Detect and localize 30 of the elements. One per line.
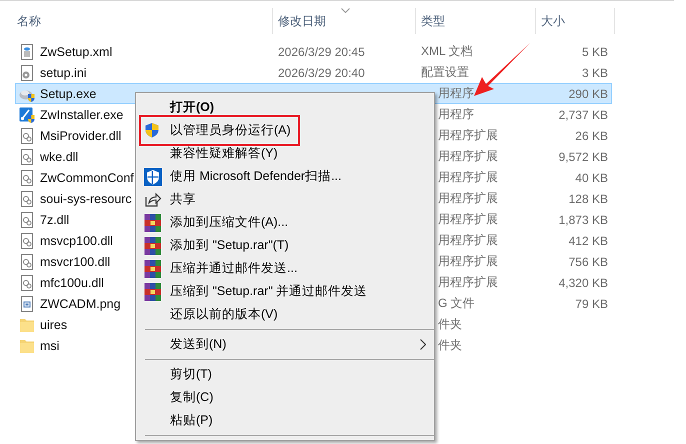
- file-type: 件夹: [438, 317, 462, 331]
- file-type: 用程序扩展: [438, 170, 498, 184]
- file-size: 5 KB: [582, 44, 608, 58]
- file-size: 290 KB: [568, 86, 608, 100]
- file-size: 3 KB: [582, 66, 608, 80]
- file-size: 4,320 KB: [558, 276, 608, 290]
- file-type: 件夹: [438, 338, 462, 352]
- file-type: 用程序扩展: [438, 212, 498, 226]
- file-type: G 文件: [438, 296, 475, 310]
- file-type: XML 文档: [421, 44, 473, 58]
- file-type: 用程序扩展: [438, 149, 498, 163]
- file-type: 用程序扩展: [438, 128, 498, 142]
- file-date: 2026/3/29 20:40: [278, 66, 365, 80]
- file-size: 756 KB: [568, 254, 608, 268]
- file-type: 用程序扩展: [438, 275, 498, 289]
- file-type: 用程序扩展: [438, 191, 498, 205]
- file-size: 412 KB: [568, 234, 608, 248]
- file-size: 9,572 KB: [558, 150, 608, 164]
- file-type: 用程序扩展: [438, 254, 498, 268]
- file-size: 26 KB: [575, 128, 608, 142]
- file-size: 40 KB: [575, 170, 608, 184]
- file-size: 2,737 KB: [558, 108, 608, 122]
- file-type: 配置设置: [421, 65, 469, 79]
- file-type: 用程序: [438, 107, 474, 121]
- file-size: 128 KB: [568, 192, 608, 206]
- file-size: 79 KB: [575, 296, 608, 310]
- file-type: 用程序扩展: [438, 233, 498, 247]
- file-size: 1,873 KB: [558, 212, 608, 226]
- file-date: 2026/3/29 20:45: [278, 44, 365, 58]
- file-type: 用程序: [438, 86, 474, 100]
